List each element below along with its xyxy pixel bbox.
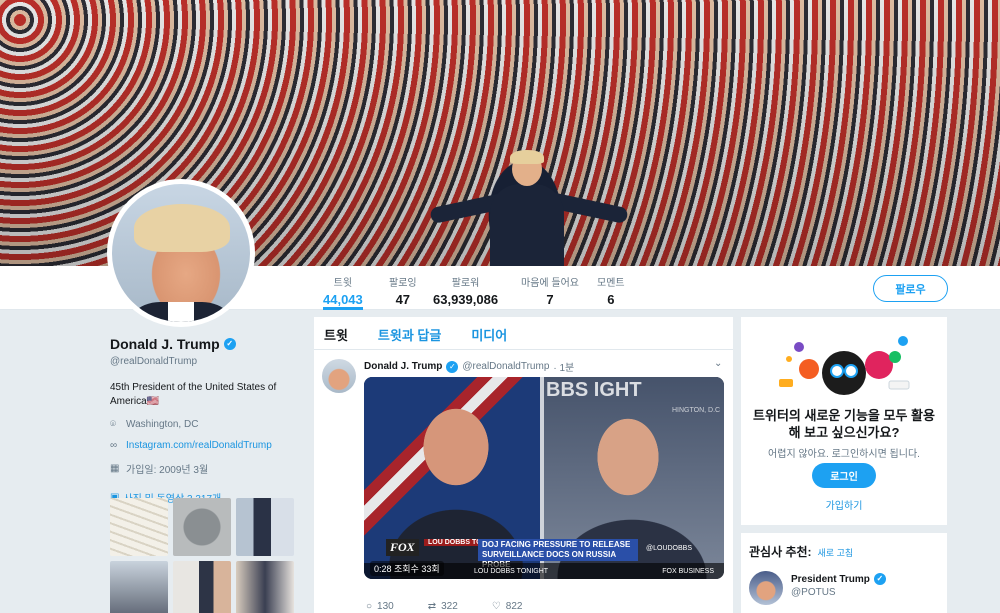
profile-website-link[interactable]: Instagram.com/realDonaldTrump [126,440,272,451]
stat-value: 47 [395,292,411,307]
nav-stat-tweets[interactable]: 트윗 44,043 [323,274,363,310]
media-thumbnail[interactable] [236,498,294,556]
login-prompt-subtitle: 어렵지 않아요. 로그인하시면 됩니다. [768,449,920,460]
login-button[interactable]: 로그인 [812,463,876,488]
suggested-user-name[interactable]: President Trump [791,574,870,585]
retweet-count: 322 [441,601,458,612]
who-to-follow-title: 관심사 추천: [749,545,812,559]
heart-icon: ♡ [491,601,501,612]
login-prompt-card: 트위터의 새로운 기능을 모두 활용해 보고 싶으신가요? 어렵지 않아요. 로… [741,317,947,525]
tweet-author-handle[interactable]: @realDonaldTrump [462,361,549,372]
timeline: 트윗 트윗과 답글 미디어 Donald J. Trump ✓ @realDon… [314,317,733,613]
reply-count: 130 [377,601,394,612]
stat-label: 모멘트 [597,278,625,289]
profile-location-row: ⌾ Washington, DC [110,419,300,430]
who-to-follow-card: 관심사 추천: 새로 고침 President Trump ✓ @POTUS [741,533,947,613]
nav-stat-moments[interactable]: 모멘트 6 [597,274,625,307]
tweet-actions: ○ 130 ⇄ 322 ♡ 822 [366,601,522,612]
stat-label: 트윗 [333,278,353,289]
retweet-icon: ⇄ [427,601,437,612]
tab-media[interactable]: 미디어 [471,317,519,349]
ticker-left: LOU DOBBS TONIGHT [474,567,549,575]
profile-website-row: ∞ Instagram.com/realDonaldTrump [110,440,300,451]
nav-stat-followers[interactable]: 팔로워 63,939,086 [433,274,498,307]
timeline-tabs: 트윗 트윗과 답글 미디어 [314,317,733,350]
verified-badge-icon: ✓ [223,338,236,350]
tweet-timestamp[interactable]: · 1분 [553,359,574,374]
video-headline: DOJ FACING PRESSURE TO RELEASE SURVEILLA… [478,539,638,569]
nav-stat-likes[interactable]: 마음에 들어요 7 [521,274,579,307]
tab-tweets[interactable]: 트윗 [324,317,360,349]
suggested-user-name-row: President Trump ✓ [791,573,886,585]
stat-value: 44,043 [323,292,363,307]
stat-value: 63,939,086 [433,292,499,307]
tab-tweets-replies[interactable]: 트윗과 답글 [378,317,453,349]
media-thumbnail[interactable] [236,561,294,613]
media-thumbnail[interactable] [173,498,231,556]
profile-location: Washington, DC [126,419,199,430]
suggested-user-avatar[interactable] [749,571,783,605]
tweet-author-name[interactable]: Donald J. Trump [364,361,442,372]
stat-value: 6 [607,292,615,307]
follow-button[interactable]: 팔로우 [873,275,948,302]
stat-label: 팔로워 [451,278,480,289]
signup-link[interactable]: 가입하기 [751,497,937,512]
video-duration-views: 0:28 조회수 33회 [370,561,444,576]
tweet-video[interactable]: BBS IGHT HINGTON, D.C FOX LOU DOBBS TONI… [364,377,724,579]
profile-avatar[interactable] [107,179,255,327]
profile-name-row: Donald J. Trump ✓ [110,336,300,352]
refresh-link[interactable]: 새로 고침 [818,546,854,559]
video-bg-location: HINGTON, D.C [672,407,721,414]
media-thumbnail[interactable] [110,498,168,556]
profile-card: Donald J. Trump ✓ @realDonaldTrump 45th … [110,336,300,505]
who-to-follow-header: 관심사 추천: 새로 고침 [749,543,853,560]
banner-speaker-figure [429,150,629,266]
ticker-right: FOX BUSINESS [662,567,714,575]
profile-bio: 45th President of the United States of A… [110,382,277,407]
media-thumbnail-grid [110,498,296,613]
media-thumbnail[interactable] [110,561,168,613]
reply-icon: ○ [366,601,373,612]
suggested-user-handle[interactable]: @POTUS [791,587,836,598]
like-count: 822 [505,601,523,612]
location-pin-icon: ⌾ [110,418,116,430]
stat-value: 7 [546,292,554,307]
like-button[interactable]: ♡ 822 [492,601,523,612]
nav-stat-following[interactable]: 팔로잉 47 [389,274,417,307]
video-handle-tag: @LOUDOBBS [646,545,693,552]
stat-label: 팔로잉 [389,278,417,289]
stat-label: 마음에 들어요 [521,278,579,289]
login-prompt-title: 트위터의 새로운 기능을 모두 활용해 보고 싶으신가요? [753,408,935,440]
media-thumbnail[interactable] [173,561,231,613]
verified-badge-icon: ✓ [873,573,886,585]
profile-joined: 가입일: 2009년 3월 [126,465,209,476]
profile-name[interactable]: Donald J. Trump [110,336,220,352]
video-bg-text: BBS IGHT [546,379,642,401]
profile-joined-row: ▦ 가입일: 2009년 3월 [110,461,300,476]
chevron-down-icon[interactable]: ⌄ [714,358,722,369]
video-network-logo: FOX [386,539,419,556]
profile-handle[interactable]: @realDonaldTrump [110,356,300,367]
illustration-icon [779,336,910,395]
tweet-avatar[interactable] [322,359,356,393]
reply-button[interactable]: ○ 130 [366,601,394,612]
retweet-button[interactable]: ⇄ 322 [428,601,458,612]
verified-badge-icon: ✓ [446,360,459,373]
tweet-header: Donald J. Trump ✓ @realDonaldTrump · 1분 [364,359,574,374]
link-icon: ∞ [110,439,118,451]
calendar-icon: ▦ [110,462,120,474]
